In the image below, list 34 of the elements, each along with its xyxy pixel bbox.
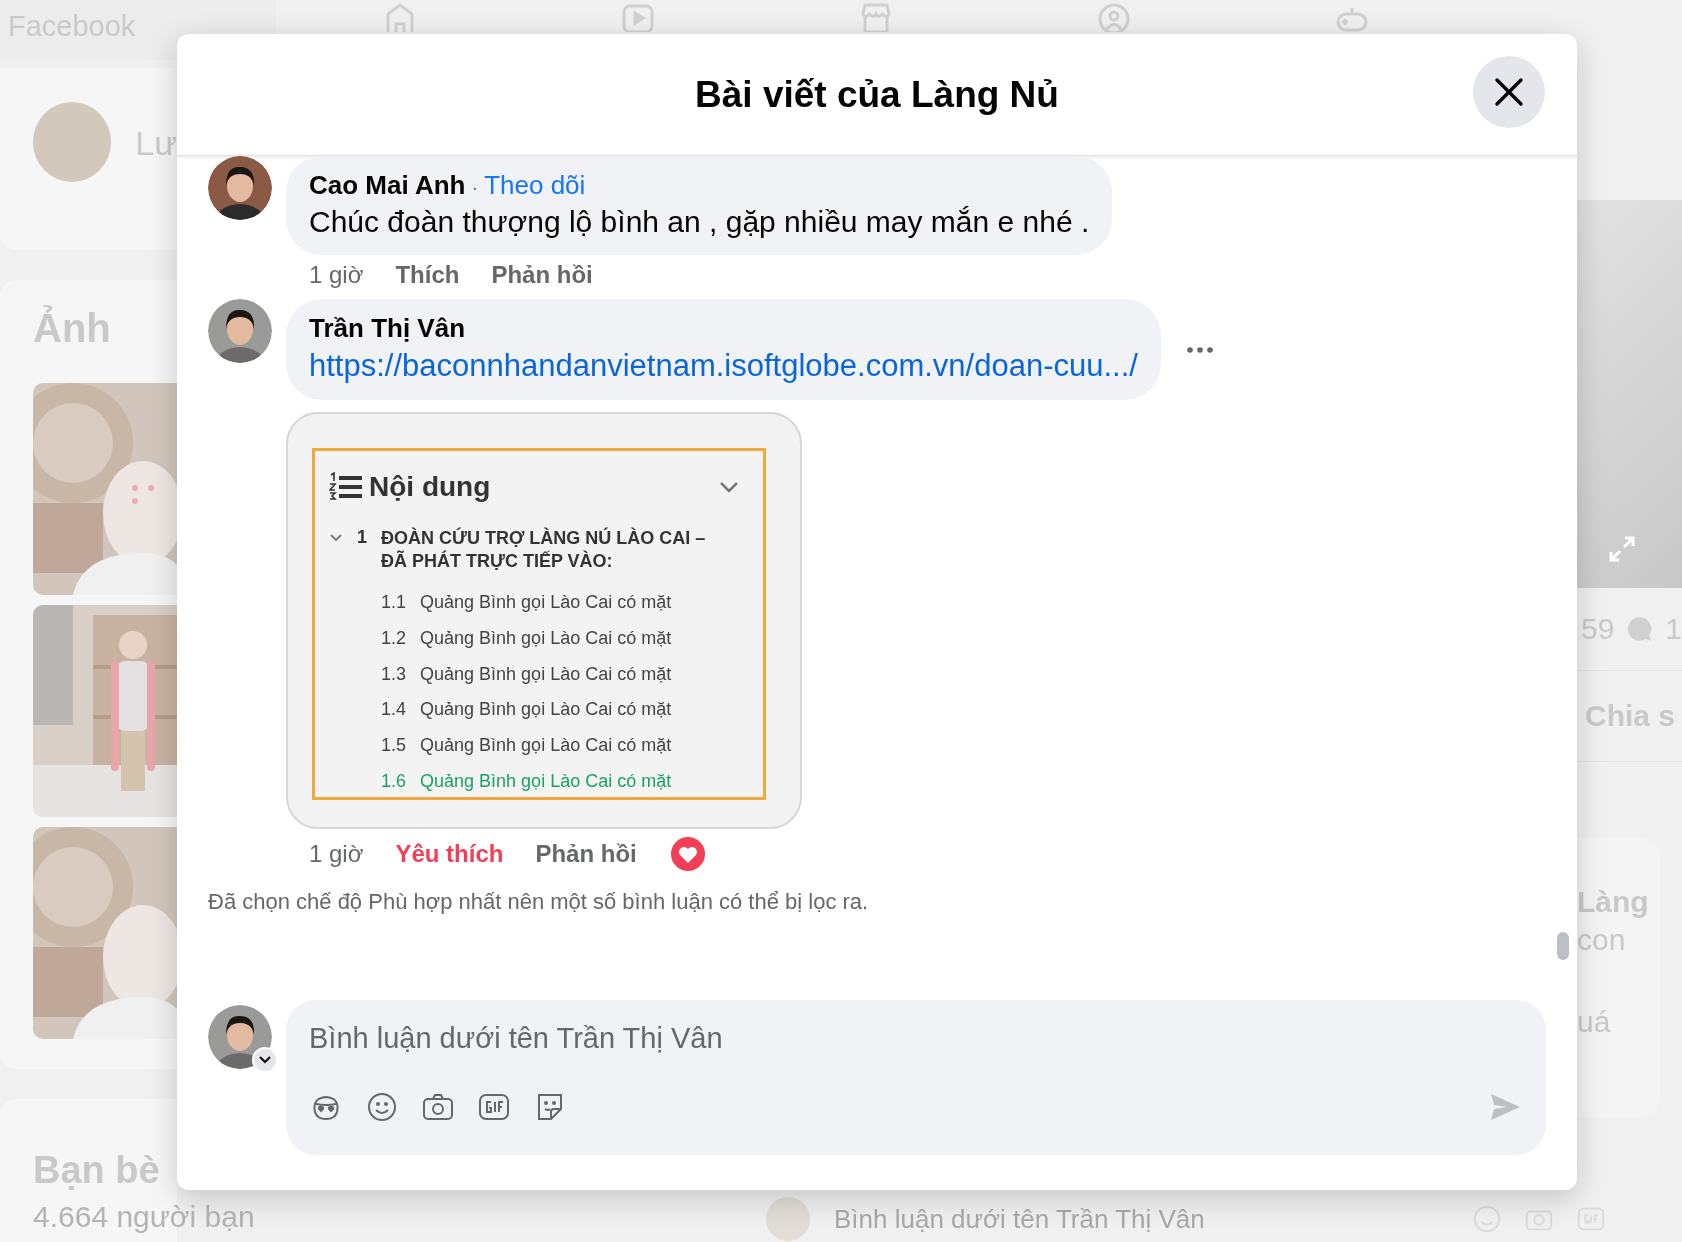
- author-name[interactable]: Cao Mai Anh: [309, 170, 466, 201]
- toc-item[interactable]: 1.2 Quảng Bình gọi Lào Cai có mặt: [381, 620, 749, 657]
- link-preview[interactable]: [286, 412, 802, 829]
- comment-link[interactable]: https://baconnhandanvietnam.isoftglobe.com.vn/doan-cuu.../: [309, 348, 1138, 384]
- comment-text: Chúc đoàn thượng lộ bình an , gặp nhiều may mắn e nhé .: [309, 205, 1090, 239]
- toc-item[interactable]: 1.3 Quảng Bình gọi Lào Cai có mặt: [381, 656, 749, 693]
- friend-count: 4.664 người bạn: [33, 1200, 255, 1234]
- dialog-title: Bài viết của Làng Nủ: [695, 73, 1059, 116]
- emoji-icon[interactable]: [365, 1090, 399, 1124]
- separator-dot: ·: [471, 176, 479, 199]
- toc-item[interactable]: 1.6 Quảng Bình gọi Lào Cai có mặt: [381, 764, 749, 800]
- section-title[interactable]: ĐOÀN CỨU TRỢ LÀNG NÚ LÀO CAI – ĐÃ PHÁT TRỰC TIẾP VÀO:: [381, 527, 711, 573]
- comment-input[interactable]: Bình luận dưới tên Trần Thị Vân: [309, 1020, 1522, 1056]
- comment-time[interactable]: 1 giờ: [309, 840, 364, 868]
- toc-item[interactable]: 1.4 Quảng Bình gọi Lào Cai có mặt: [381, 692, 749, 729]
- section-number: 1: [357, 527, 368, 548]
- author-name[interactable]: Trần Thị Vân: [309, 313, 466, 344]
- like-button[interactable]: Yêu thích: [395, 840, 504, 868]
- chevron-icon[interactable]: [719, 480, 739, 494]
- toc-heading: Nội dung: [369, 471, 492, 503]
- toc-item[interactable]: 1.5 Quảng Bình gọi Lào Cai có mặt: [381, 728, 749, 764]
- close-icon: [1494, 77, 1524, 107]
- comment-time[interactable]: 1 giờ: [309, 261, 364, 289]
- numbered-list-icon: [329, 472, 363, 502]
- scrollbar-thumb[interactable]: [1557, 932, 1569, 960]
- follow-link[interactable]: Theo dõi: [484, 170, 586, 201]
- reply-button[interactable]: Phản hồi: [491, 261, 593, 289]
- toc-item[interactable]: 1.1 Quảng Bình gọi Lào Cai có mặt: [381, 585, 749, 621]
- more-icon[interactable]: [1184, 344, 1215, 355]
- filter-note: Đã chọn chế độ Phù hợp nhất nên một số bình luận có thể bị lọc ra.: [208, 889, 870, 915]
- reply-button[interactable]: Phản hồi: [535, 840, 637, 868]
- chevron-icon[interactable]: [329, 533, 343, 543]
- like-button[interactable]: Thích: [395, 261, 460, 289]
- comment-icon: [1626, 614, 1654, 644]
